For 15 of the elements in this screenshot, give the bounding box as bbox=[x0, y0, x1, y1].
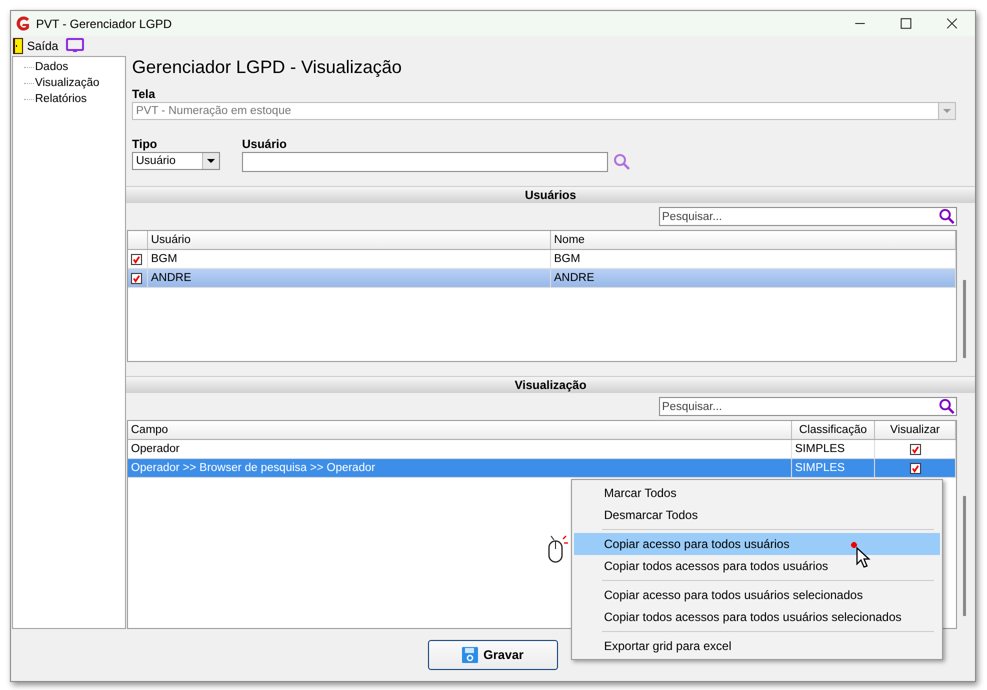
table-cell: SIMPLES bbox=[792, 459, 875, 477]
section-header: Visualização bbox=[126, 376, 975, 393]
window-title: PVT - Gerenciador LGPD bbox=[36, 16, 172, 30]
field-label: Tipo bbox=[132, 138, 158, 151]
page-title: Gerenciador LGPD - Visualização bbox=[132, 56, 403, 78]
table-cell: BGM bbox=[551, 250, 956, 268]
table-cell: SIMPLES bbox=[792, 440, 875, 458]
field-label: Tela bbox=[132, 88, 156, 101]
table-cell: BGM bbox=[148, 250, 551, 268]
table-cell: Operador >> Browser de pesquisa >> Operador bbox=[128, 459, 792, 477]
table-cell: Operador bbox=[128, 440, 792, 458]
table-cell: ANDRE bbox=[551, 269, 956, 287]
table-cell: ANDRE bbox=[148, 269, 551, 287]
section-header: Usuários bbox=[126, 186, 975, 203]
field-label: Usuário bbox=[242, 138, 288, 151]
